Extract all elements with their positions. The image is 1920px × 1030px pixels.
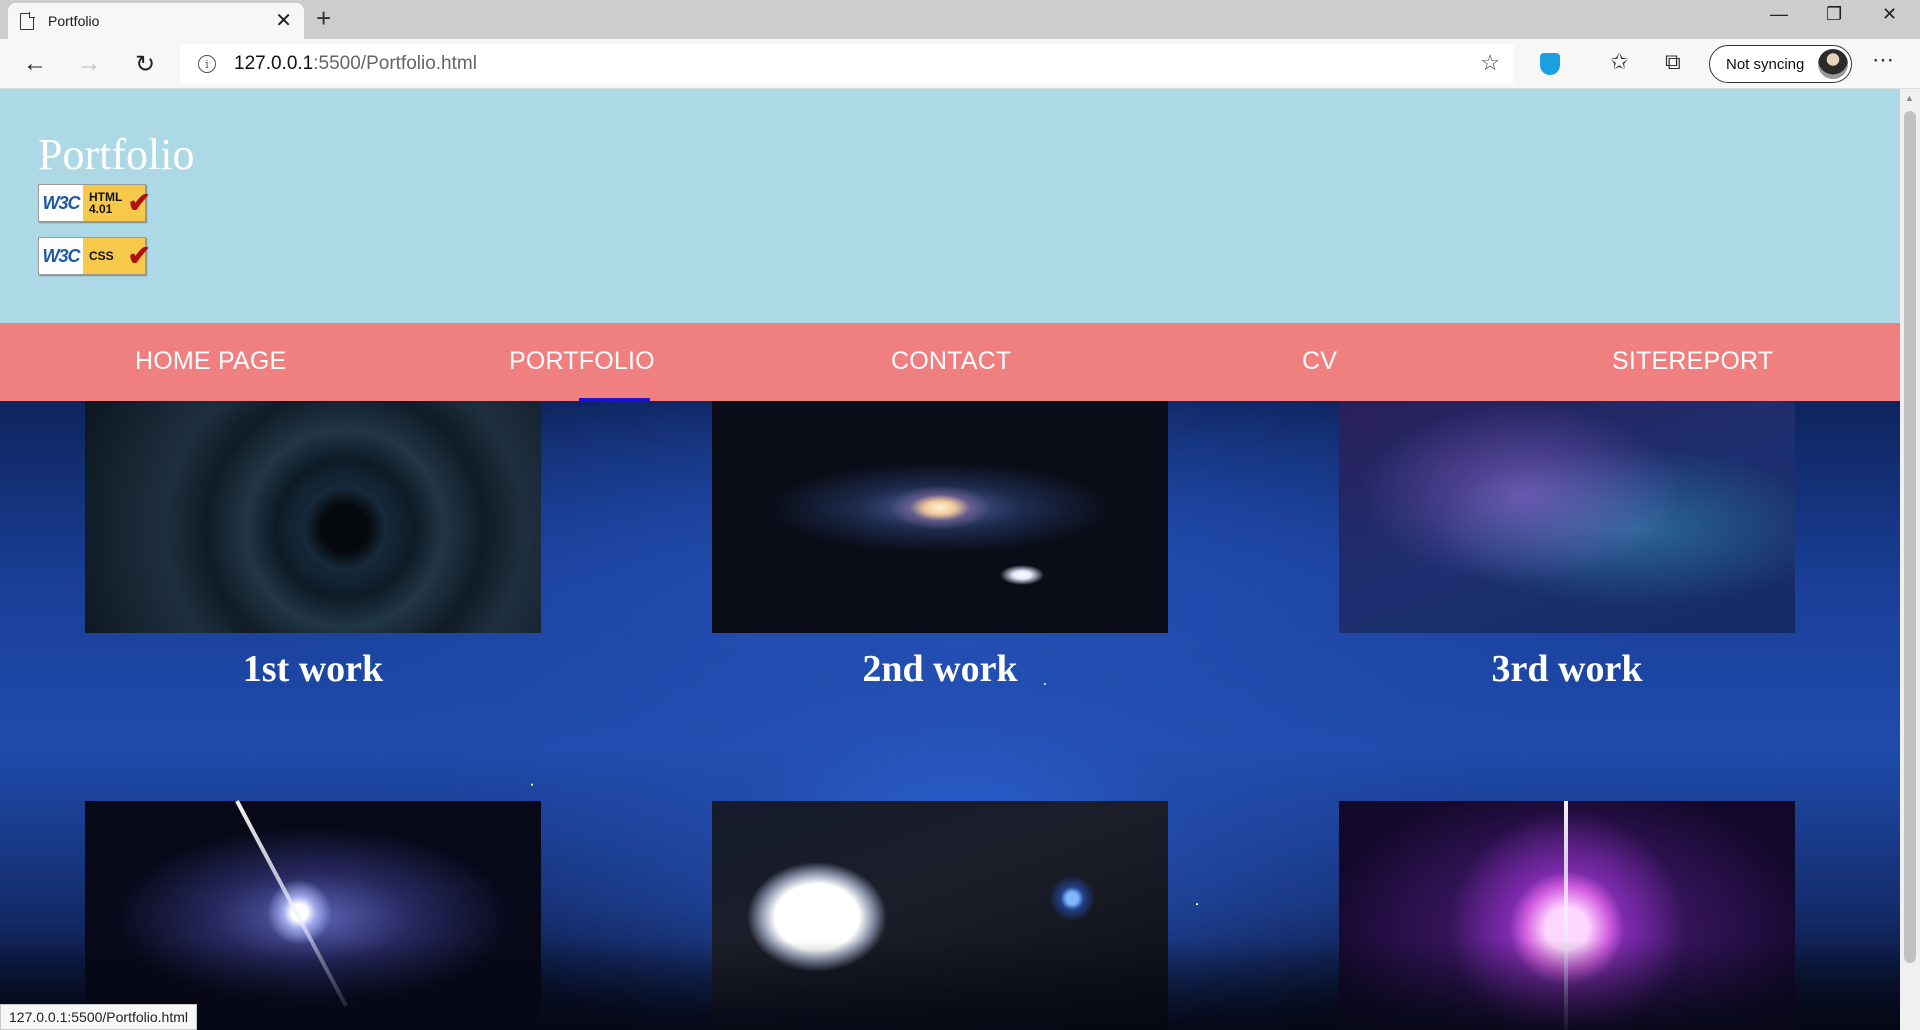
browser-tab[interactable]: Portfolio ✕ [8, 3, 304, 39]
vertical-scrollbar[interactable]: ▲ [1900, 89, 1920, 1030]
work-caption-3: 3rd work [1491, 648, 1643, 690]
tab-strip: Portfolio ✕ + — ❐ ✕ [0, 0, 1920, 39]
address-bar[interactable]: i 127.0.0.1:5500/Portfolio.html ☆ [180, 44, 1514, 84]
nav-cv[interactable]: CV [1302, 347, 1337, 376]
minimize-icon[interactable]: — [1770, 4, 1788, 25]
w3c-logo: W3C [42, 245, 81, 266]
page-icon [20, 12, 35, 30]
info-icon[interactable]: i [198, 55, 216, 73]
scroll-up-icon[interactable]: ▲ [1905, 93, 1914, 103]
light-beam [1564, 801, 1568, 1030]
check-icon: ✔ [127, 240, 151, 271]
light-beam [235, 800, 348, 1007]
nav-home-page[interactable]: HOME PAGE [135, 347, 286, 376]
nav-sitereport[interactable]: SITEREPORT [1612, 347, 1773, 376]
work-image-1[interactable] [85, 401, 541, 633]
profile-sync-button[interactable]: Not syncing [1709, 45, 1852, 83]
url-text[interactable]: 127.0.0.1:5500/Portfolio.html [234, 53, 477, 75]
w3c-html-badge[interactable]: W3C HTML 4.01 ✔ [38, 184, 151, 222]
back-icon[interactable]: ← [18, 47, 52, 81]
close-window-icon[interactable]: ✕ [1882, 4, 1897, 25]
tab-title: Portfolio [48, 13, 100, 29]
site-header: Portfolio W3C HTML 4.01 ✔ W3C CSS ✔ [0, 89, 1900, 323]
shield-extension-icon[interactable] [1540, 53, 1560, 75]
check-icon: ✔ [127, 187, 151, 218]
work-image-6[interactable] [1339, 801, 1795, 1030]
work-caption-1: 1st work [242, 648, 384, 690]
sync-label: Not syncing [1726, 55, 1805, 73]
more-menu-icon[interactable]: ⋯ [1872, 47, 1895, 73]
forward-icon[interactable]: → [72, 47, 106, 81]
restore-icon[interactable]: ❐ [1826, 4, 1842, 25]
work-image-5[interactable] [712, 801, 1168, 1030]
refresh-icon[interactable]: ↻ [128, 47, 162, 81]
nav-contact[interactable]: CONTACT [891, 347, 1011, 376]
work-image-2[interactable] [712, 401, 1168, 633]
favorite-star-icon[interactable]: ☆ [1480, 50, 1500, 76]
avatar [1818, 49, 1848, 79]
work-image-4[interactable] [85, 800, 541, 1030]
nav-portfolio[interactable]: PORTFOLIO [509, 347, 655, 376]
portfolio-gallery: 1st work 2nd work 3rd work [0, 401, 1900, 1030]
work-caption-2: 2nd work [862, 648, 1018, 690]
page-viewport: Portfolio W3C HTML 4.01 ✔ W3C CSS ✔ HOME… [0, 89, 1900, 1030]
scrollbar-thumb[interactable] [1904, 111, 1916, 963]
collections-icon[interactable]: ⧉ [1665, 49, 1681, 75]
browser-toolbar: ← → ↻ i 127.0.0.1:5500/Portfolio.html ☆ … [0, 39, 1920, 89]
url-host: 127.0.0.1 [234, 53, 314, 74]
work-image-3[interactable] [1339, 401, 1795, 633]
url-path: :5500/Portfolio.html [313, 53, 477, 74]
new-tab-icon[interactable]: + [316, 5, 331, 31]
close-tab-icon[interactable]: ✕ [275, 11, 292, 31]
favorites-icon[interactable]: ✩ [1610, 49, 1628, 75]
w3c-logo: W3C [42, 192, 81, 213]
w3c-css-badge[interactable]: W3C CSS ✔ [38, 237, 151, 275]
site-nav: HOME PAGE PORTFOLIO CONTACT CV SITEREPOR… [0, 323, 1900, 401]
site-title: Portfolio [38, 130, 195, 179]
status-bar-url: 127.0.0.1:5500/Portfolio.html [0, 1004, 198, 1030]
